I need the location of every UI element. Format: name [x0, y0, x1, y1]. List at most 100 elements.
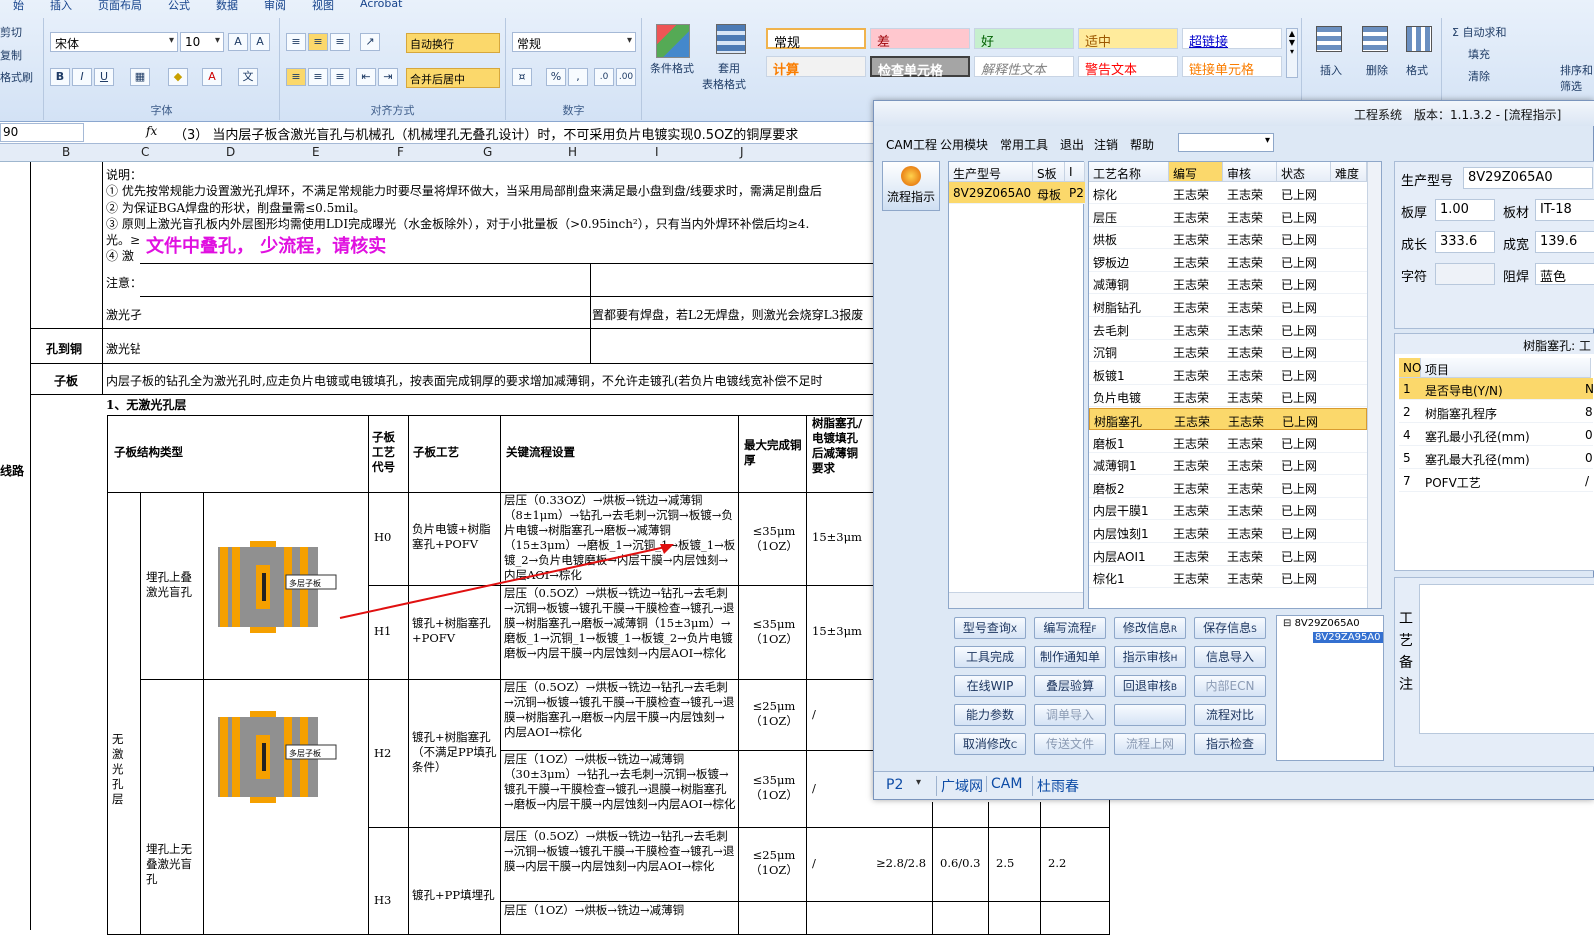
style-bad[interactable]: 差	[870, 28, 970, 50]
action-button[interactable]	[1114, 704, 1186, 726]
status-cam[interactable]: CAM	[986, 776, 1022, 792]
resin-row[interactable]: 7 POFV工艺 /	[1399, 470, 1593, 492]
process-row[interactable]: 板镀1 王志荣 王志荣 已上网	[1089, 363, 1367, 385]
style-normal[interactable]: 常规	[766, 28, 866, 51]
menu-combo[interactable]: ▾	[1178, 133, 1274, 152]
col-header-h[interactable]: H	[568, 145, 577, 159]
model-row[interactable]: 8V29Z065A0 母板 P2	[949, 182, 1085, 204]
action-button[interactable]: 信息导入	[1194, 646, 1266, 668]
status-wan[interactable]: 广域网	[936, 776, 983, 796]
underline-icon[interactable]: U	[94, 68, 114, 86]
tab-insert[interactable]: 插入	[37, 0, 85, 14]
review-annotation[interactable]: 文件中叠孔， 少流程，请核实	[146, 232, 386, 258]
char-field[interactable]	[1435, 263, 1495, 285]
process-row[interactable]: 减薄铜1 王志荣 王志荣 已上网	[1089, 453, 1367, 476]
style-check-cell[interactable]: 检查单元格	[870, 56, 970, 79]
action-button[interactable]: 在线WIP	[954, 675, 1026, 697]
process-row[interactable]: 磨板2 王志荣 王志荣 已上网	[1089, 476, 1367, 498]
tab-home[interactable]: 始	[0, 0, 37, 14]
italic-icon[interactable]: I	[72, 68, 92, 86]
tree-root[interactable]: ⊟ 8V29Z065A0	[1283, 618, 1360, 629]
action-button[interactable]: 内部ECN	[1194, 675, 1266, 697]
mask-field[interactable]: 蓝色	[1535, 263, 1594, 285]
conditional-format-button[interactable]: 条件格式	[650, 60, 694, 76]
action-button[interactable]: 保存信息S	[1194, 617, 1266, 639]
shrink-font-icon[interactable]: A	[250, 33, 270, 51]
process-row[interactable]: 烘板 王志荣 王志荣 已上网	[1089, 227, 1367, 250]
font-name-select[interactable]: 宋体	[50, 32, 178, 52]
sort-filter-label-1[interactable]: 排序和	[1560, 62, 1593, 78]
format-table-label-1[interactable]: 套用	[718, 60, 740, 76]
menu-logout[interactable]: 注销	[1094, 136, 1118, 153]
flow-indicator-button[interactable]: 流程指示	[882, 161, 940, 211]
action-button[interactable]: 调单导入	[1034, 704, 1106, 726]
phonetic-icon[interactable]: 文	[238, 68, 258, 86]
percent-icon[interactable]: %	[546, 68, 566, 86]
process-row[interactable]: 负片电镀 王志荣 王志荣 已上网	[1089, 385, 1367, 408]
resin-row[interactable]: 5 塞孔最大孔径(mm) 0	[1399, 447, 1593, 469]
font-color-icon[interactable]: A	[202, 68, 222, 86]
insert-cells-icon[interactable]	[1316, 26, 1342, 52]
action-button[interactable]: 指示检查	[1194, 733, 1266, 755]
style-explanatory[interactable]: 解释性文本	[974, 56, 1074, 78]
resin-row[interactable]: 4 塞孔最小孔径(mm) 0	[1399, 424, 1593, 446]
col-header-b[interactable]: B	[62, 145, 70, 159]
thickness-field[interactable]: 1.00	[1435, 199, 1495, 221]
action-button[interactable]: 回退审核B	[1114, 675, 1186, 697]
action-button[interactable]: 修改信息R	[1114, 617, 1186, 639]
col-header-d[interactable]: D	[226, 145, 235, 159]
increase-decimal-icon[interactable]: .0	[594, 68, 614, 86]
col-header-i[interactable]: I	[655, 145, 659, 159]
process-row[interactable]: 层压 王志荣 王志荣 已上网	[1089, 205, 1367, 227]
action-button[interactable]: 流程对比	[1194, 704, 1266, 726]
model-grid-hscroll[interactable]	[949, 592, 1083, 608]
action-button[interactable]: 指示审核H	[1114, 646, 1186, 668]
action-button[interactable]: 取消修改C	[954, 733, 1026, 755]
style-hyperlink[interactable]: 超链接	[1182, 28, 1282, 50]
align-right-icon[interactable]: ≡	[330, 68, 350, 86]
action-button[interactable]: 型号查询X	[954, 617, 1026, 639]
comma-icon[interactable]: ,	[568, 68, 588, 86]
style-neutral[interactable]: 适中	[1078, 28, 1178, 50]
tab-review[interactable]: 审阅	[251, 0, 299, 14]
clear-button[interactable]: 清除	[1468, 68, 1490, 84]
menu-exit[interactable]: 退出	[1060, 136, 1084, 153]
tab-page-layout[interactable]: 页面布局	[85, 0, 155, 14]
grid-header-s[interactable]: S板	[1033, 162, 1065, 182]
tree-child-selected[interactable]: 8V29ZA95A0	[1313, 632, 1383, 643]
align-left-icon[interactable]: ≡	[286, 68, 306, 86]
status-user[interactable]: 杜雨春	[1032, 776, 1079, 796]
fill-button[interactable]: 填充	[1468, 46, 1490, 62]
process-row[interactable]: 磨板1 王志荣 王志荣 已上网	[1089, 431, 1367, 453]
border-icon[interactable]: ▦	[130, 68, 150, 86]
decrease-indent-icon[interactable]: ⇤	[356, 68, 376, 86]
merge-center-button[interactable]: 合并后居中	[406, 68, 500, 88]
sort-filter-label-2[interactable]: 筛选	[1560, 78, 1582, 94]
process-row[interactable]: 内层AOI1 王志荣 王志荣 已上网	[1089, 544, 1367, 566]
align-top-icon[interactable]: ≡	[286, 33, 306, 51]
menu-tools[interactable]: 常用工具	[1000, 136, 1048, 153]
copy-button[interactable]: 复制	[0, 47, 22, 63]
wrap-text-button[interactable]: 自动换行	[406, 33, 500, 53]
process-row[interactable]: 锣板边 王志荣 王志荣 已上网	[1089, 250, 1367, 272]
fill-color-icon[interactable]: ◆	[168, 68, 188, 86]
col-header-c[interactable]: C	[141, 145, 149, 159]
action-button[interactable]: 流程上网	[1114, 733, 1186, 755]
process-row[interactable]: 内层蚀刻1 王志荣 王志荣 已上网	[1089, 521, 1367, 543]
process-row[interactable]: 树脂塞孔 王志荣 王志荣 已上网	[1089, 408, 1367, 430]
grid-header-model[interactable]: 生产型号	[949, 162, 1033, 182]
col-header-j[interactable]: J	[740, 145, 744, 159]
align-center-icon[interactable]: ≡	[308, 68, 328, 86]
conditional-format-icon[interactable]	[656, 24, 690, 58]
model-field[interactable]: 8V29Z065A0	[1463, 167, 1593, 189]
name-box[interactable]: 90	[0, 123, 84, 142]
grid-header-status[interactable]: 状态	[1277, 162, 1331, 182]
col-header-g[interactable]: G	[483, 145, 492, 159]
action-button[interactable]: 工具完成	[954, 646, 1026, 668]
orientation-icon[interactable]: ↗	[360, 33, 380, 51]
action-button[interactable]: 能力参数	[954, 704, 1026, 726]
action-button[interactable]: 编写流程F	[1034, 617, 1106, 639]
cut-button[interactable]: 剪切	[0, 24, 22, 40]
process-row[interactable]: 棕化1 王志荣 王志荣 已上网	[1089, 566, 1367, 589]
menu-cam[interactable]: CAM工程	[886, 136, 937, 153]
